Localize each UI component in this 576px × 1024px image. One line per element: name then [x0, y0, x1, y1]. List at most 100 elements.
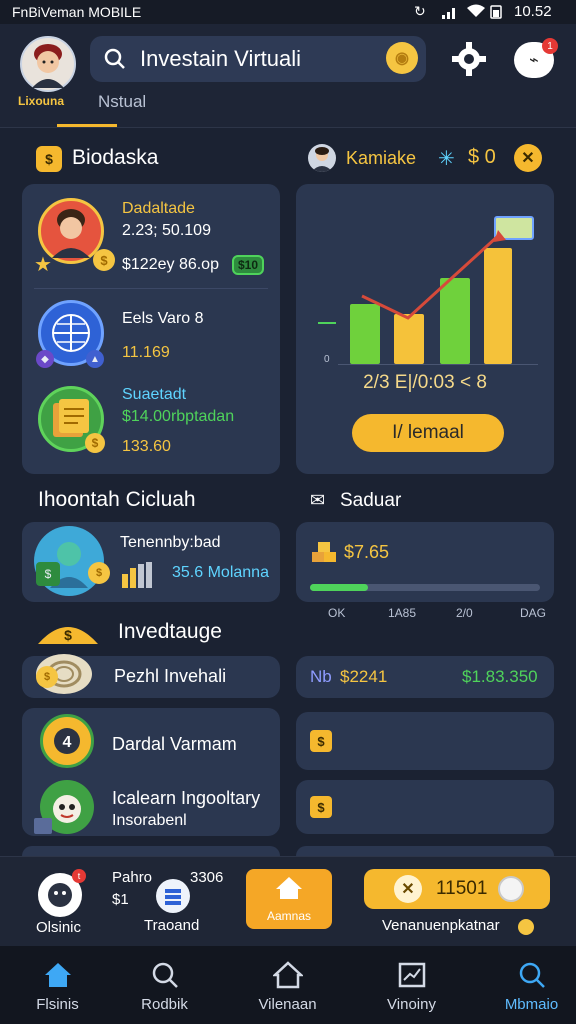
nav-item-search[interactable]: Rodbik [107, 946, 222, 1024]
features-panel: 4 Dardal Varmam Icalearn Ingooltary Inso… [22, 708, 280, 836]
coin-icon: $ [92, 248, 116, 272]
vault-icon: 4 [40, 714, 94, 768]
values-card[interactable]: Nb $2241 $1.83.350 [296, 656, 554, 698]
nav-item-home[interactable]: Flsinis [0, 946, 115, 1024]
notifications-button[interactable]: ⌁ 1 [514, 38, 558, 78]
quick-label[interactable]: Olsinic [36, 919, 81, 936]
close-coin-icon[interactable]: ✕ [514, 144, 542, 172]
item-title: Suaetadt [122, 386, 187, 403]
nav-item-search-2[interactable]: Mbmaio [474, 946, 576, 1024]
shield-icon: ◆ [36, 350, 54, 368]
star-icon: ★ [34, 254, 52, 276]
house-outline-icon [271, 960, 304, 990]
avatar[interactable] [20, 36, 76, 92]
item-value: $14.00rbptadan [122, 408, 235, 425]
coin-icon[interactable]: ◉ [386, 42, 418, 74]
section-title-invedtauge: Invedtauge [118, 620, 222, 643]
quick-subtitle: $1 [112, 891, 129, 908]
invest-button[interactable]: I/ lemaal [352, 414, 504, 452]
quick-actions-bar: t Olsinic Pahro $1 3306 Traoand Aamnas ✕… [0, 856, 576, 946]
active-tab-indicator [57, 124, 117, 127]
quick-title: Pahro [112, 869, 153, 886]
settings-gear-icon[interactable] [450, 40, 488, 78]
list-item[interactable]: ◆ ▲ Eels Varo 8 11.169 [22, 290, 280, 382]
quick-value: 3306 [190, 869, 224, 886]
nav-label: Vilenaan [258, 996, 317, 1013]
savings-card[interactable]: $7.65 [296, 522, 554, 602]
card-value: 35.6 Molanna [172, 564, 269, 581]
nav-label: Mbmaio [504, 996, 559, 1013]
section-title-cicluah: Ihoontah Cicluah [38, 488, 196, 511]
svg-text:$: $ [92, 436, 99, 450]
axis-label: 1A85 [388, 606, 417, 620]
lock-icon: ▲ [86, 350, 104, 368]
list-item[interactable]: $ Suaetadt $14.00rbptadan 133.60 [22, 382, 280, 474]
dollar-icon: $ [310, 730, 332, 752]
search-input[interactable]: Investain Virtuali [140, 46, 301, 72]
mail-icon: ✉ [310, 490, 326, 510]
coin-icon: $ [84, 432, 106, 454]
username-label: Lixouna [18, 94, 65, 108]
signal-icon [442, 6, 458, 19]
axis-label: OK [328, 606, 346, 620]
item-label: Dardal Varmam [112, 734, 237, 754]
flag-icon[interactable] [156, 879, 190, 913]
item-amount: $122ey 86.op [122, 256, 219, 273]
dollar-slot-1[interactable]: $ [296, 712, 554, 770]
item-amount: 133.60 [122, 438, 171, 455]
value-left: $2241 [340, 667, 388, 686]
balance-value: $ 0 [468, 146, 496, 168]
nav-item-house[interactable]: Vilenaan [230, 946, 345, 1024]
item-title: Eels Varo 8 [122, 310, 204, 327]
dollar-slot-2[interactable]: $ [296, 780, 554, 834]
list-item[interactable]: 4 Dardal Varmam [22, 708, 280, 770]
bottom-nav: Flsinis Rodbik Vilenaan Vinoiny Mbmaio [0, 946, 576, 1024]
home-action-label: Aamnas [266, 909, 312, 923]
home-icon [43, 960, 73, 990]
search-icon [517, 960, 547, 990]
calculator-icon [34, 818, 52, 834]
profit-badge: $10 [232, 255, 265, 275]
coin-icon [498, 876, 524, 902]
section-title-biodaska: Biodaska [72, 146, 159, 169]
svg-text:$: $ [64, 627, 72, 643]
search-bar[interactable]: Investain Virtuali ◉ [90, 36, 426, 82]
chart-readout: 2/3 E|/0:03 < 8 [363, 372, 487, 393]
list-item[interactable]: Icalearn Ingooltary Insorabenl [22, 772, 280, 836]
x-axis [338, 364, 538, 365]
robot-badge-icon: t [72, 869, 86, 883]
briefcase-icon: $ [36, 146, 62, 172]
trend-line [361, 230, 506, 320]
chart-icon [397, 960, 427, 990]
progress-track [310, 584, 540, 591]
home-action-button[interactable]: Aamnas [246, 869, 332, 929]
search-icon [104, 48, 126, 75]
investment-card[interactable]: $ Pezhl Invehali [22, 654, 280, 698]
tab-nstual[interactable]: Nstual [98, 92, 146, 112]
item-title: Icalearn Ingooltary [112, 788, 261, 808]
divider [34, 288, 268, 289]
sparkle-icon: ✳ [438, 148, 455, 170]
tools-icon: ✕ [394, 875, 422, 903]
bell-icon: ⌁ [529, 52, 539, 69]
clock: 10.52 [514, 3, 552, 20]
bar-chart: 0 [318, 204, 538, 365]
list-item[interactable]: ★ $ Dadaltade 2.23; 50.109 $122ey 86.op … [22, 184, 280, 284]
user-avatar[interactable] [308, 144, 336, 172]
coin-icon: $ [36, 666, 58, 688]
svg-text:$: $ [100, 253, 108, 268]
progress-fill [310, 584, 368, 591]
search-icon [150, 960, 180, 990]
house-icon [274, 875, 304, 906]
item-values: 2.23; 50.109 [122, 222, 211, 239]
trading-card[interactable]: $ $ Tenennby:bad 35.6 Molanna [22, 522, 280, 602]
robot-icon[interactable]: t [38, 869, 86, 917]
nav-item-chart[interactable]: Vinoiny [354, 946, 469, 1024]
status-bar: FnBiVeman MOBILE ↻ 10.52 [0, 0, 576, 24]
quick-label[interactable]: Traoand [144, 917, 199, 934]
savings-amount: $7.65 [344, 542, 390, 562]
nav-label: Rodbik [141, 996, 188, 1013]
coins-button[interactable]: ✕ 11501 [364, 869, 550, 909]
coins-value: 11501 [436, 878, 488, 899]
nav-label: Flsinis [36, 996, 79, 1013]
